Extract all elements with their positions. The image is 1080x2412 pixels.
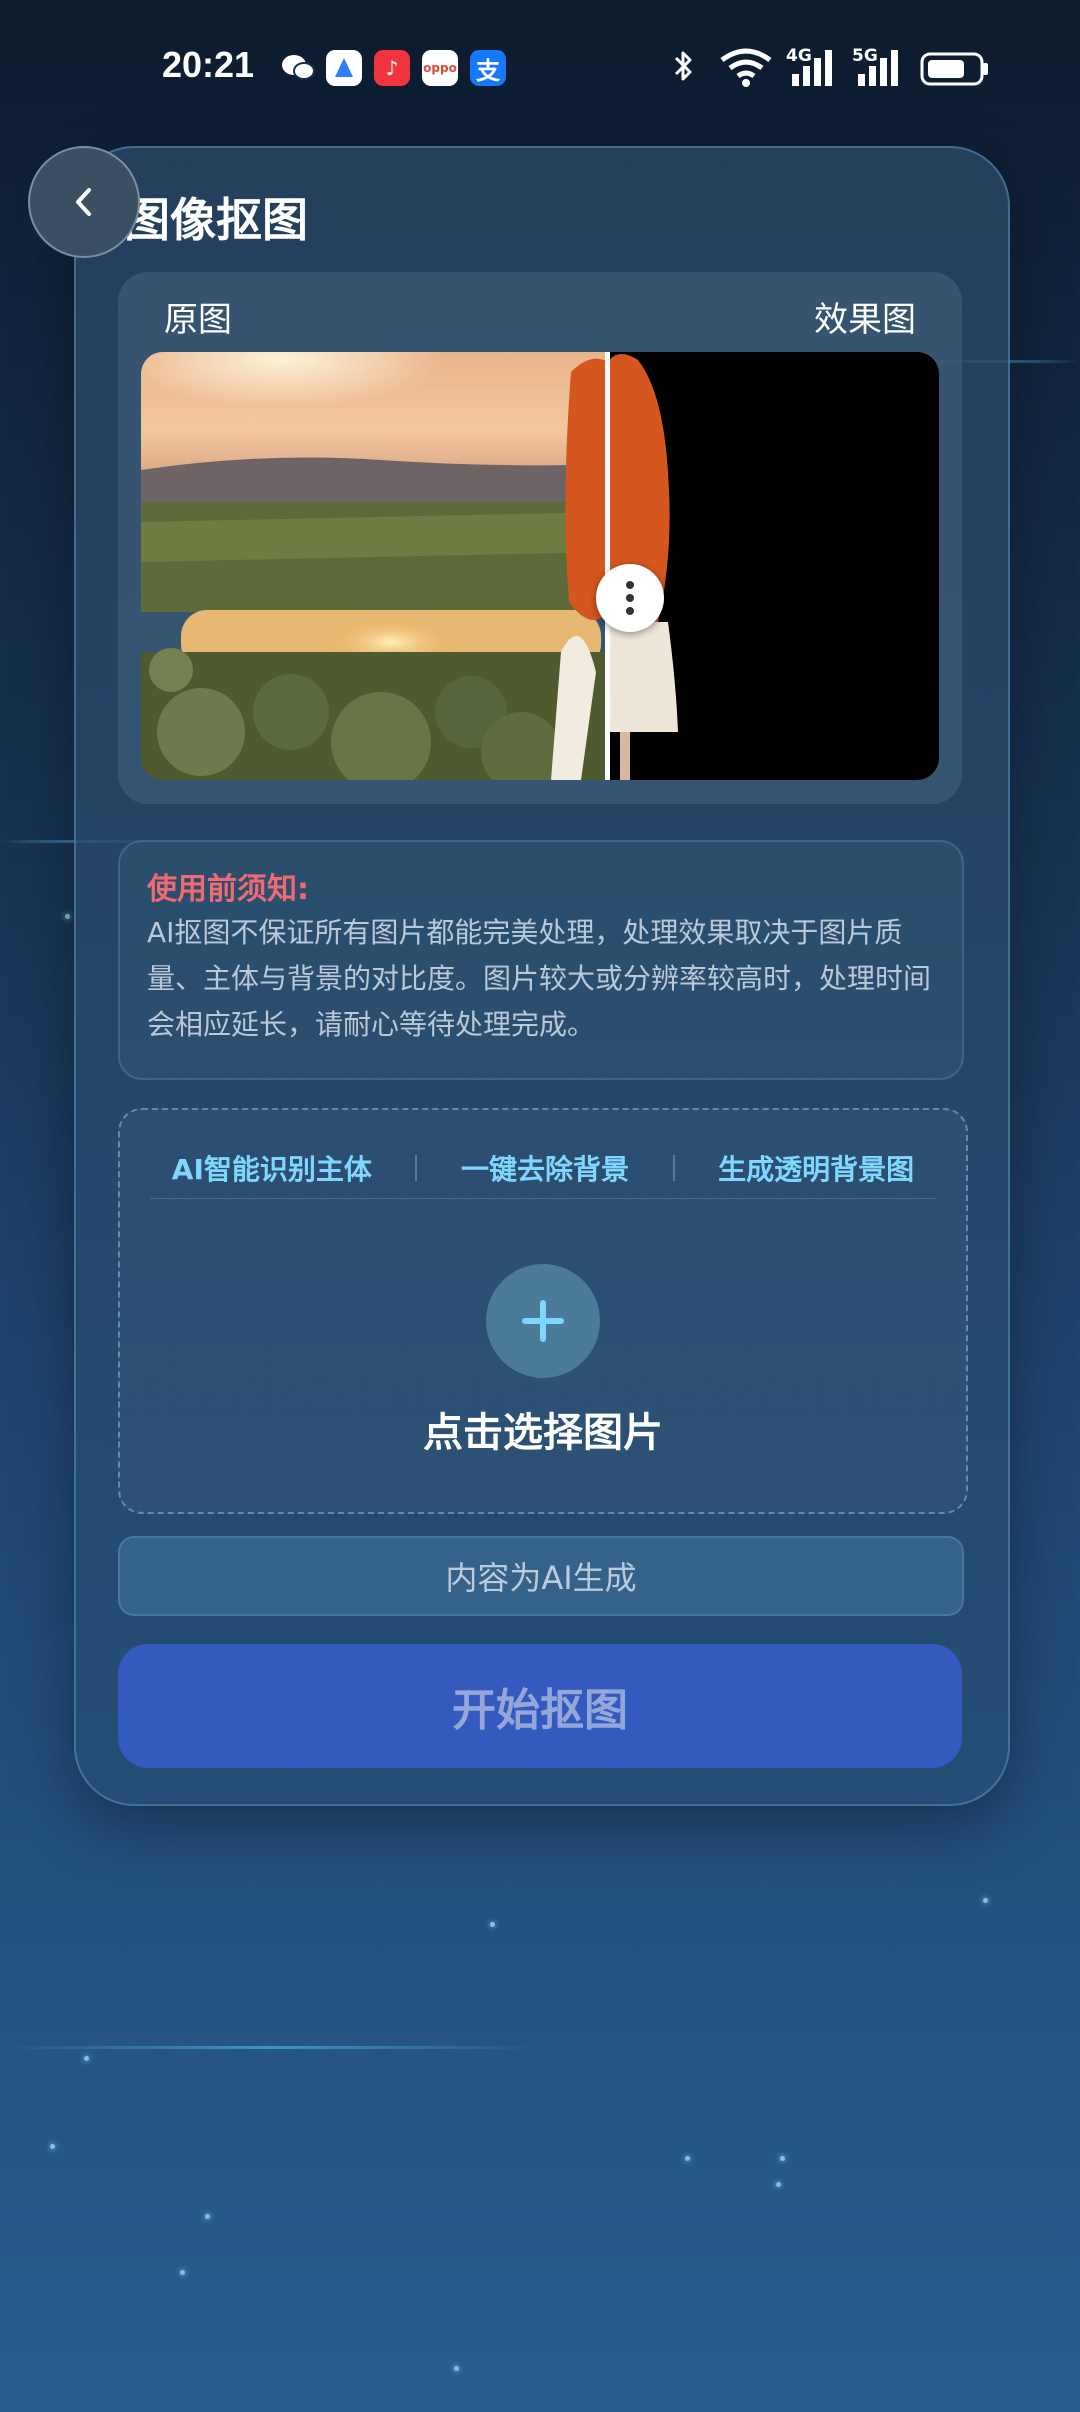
background-star [685, 2156, 690, 2161]
notice-box: 使用前须知: AI抠图不保证所有图片都能完美处理，处理效果取决于图片质量、主体与… [118, 840, 964, 1080]
upload-label[interactable]: 点击选择图片 [120, 1400, 966, 1458]
result-label: 效果图 [814, 300, 916, 340]
background-star [983, 1898, 988, 1903]
add-image-button[interactable] [486, 1264, 600, 1378]
start-cutout-button[interactable]: 开始抠图 [118, 1644, 962, 1768]
background-star [780, 2156, 785, 2161]
notice-text: AI抠图不保证所有图片都能完美处理，处理效果取决于图片质量、主体与背景的对比度。… [147, 916, 932, 1041]
oppo-icon: oppo [422, 50, 458, 86]
feature-separator [415, 1155, 418, 1181]
feature-separator [672, 1155, 675, 1181]
battery-icon [920, 52, 988, 86]
background-star [50, 2144, 55, 2149]
background-star [205, 2214, 210, 2219]
compare-panel: 原图 效果图 [118, 272, 962, 804]
wechat-icon [280, 50, 316, 86]
cutout-subject [608, 353, 678, 780]
signal-icon [858, 50, 898, 86]
compare-divider [605, 352, 610, 780]
compare-image [141, 352, 939, 780]
bluetooth-icon [674, 51, 692, 81]
status-bar: 20:21 ♪ oppo 支 4G 5G [0, 0, 1080, 140]
notice-title: 使用前须知: [147, 872, 309, 907]
browser-icon [326, 50, 362, 86]
background-star [776, 2182, 781, 2187]
background-star [490, 1922, 495, 1927]
feature-item: AI智能识别主体 [171, 1153, 372, 1186]
alipay-icon: 支 [470, 50, 506, 86]
wifi-icon [720, 48, 772, 87]
background-star [65, 914, 70, 919]
features-row: AI智能识别主体 一键去除背景 生成透明背景图 [150, 1138, 936, 1199]
compare-slider-handle[interactable] [596, 564, 664, 632]
result-preview [608, 352, 939, 780]
original-label: 原图 [164, 300, 232, 340]
feature-item: 生成透明背景图 [718, 1153, 915, 1186]
upload-area[interactable]: AI智能识别主体 一键去除背景 生成透明背景图 点击选择图片 [118, 1108, 968, 1514]
background-star [180, 2270, 185, 2275]
signal-icon [792, 50, 832, 86]
page-title: 图像抠图 [124, 193, 308, 247]
background-star [454, 2366, 459, 2371]
back-button[interactable] [28, 146, 140, 258]
status-time: 20:21 [162, 44, 255, 85]
chevron-left-icon [76, 188, 91, 216]
background-star [84, 2056, 89, 2061]
ai-generated-notice: 内容为AI生成 [118, 1536, 964, 1616]
plus-icon [522, 1300, 564, 1342]
background-streak [0, 2046, 540, 2049]
feature-item: 一键去除背景 [461, 1153, 630, 1186]
music-icon: ♪ [374, 50, 410, 86]
original-photo [141, 352, 608, 780]
